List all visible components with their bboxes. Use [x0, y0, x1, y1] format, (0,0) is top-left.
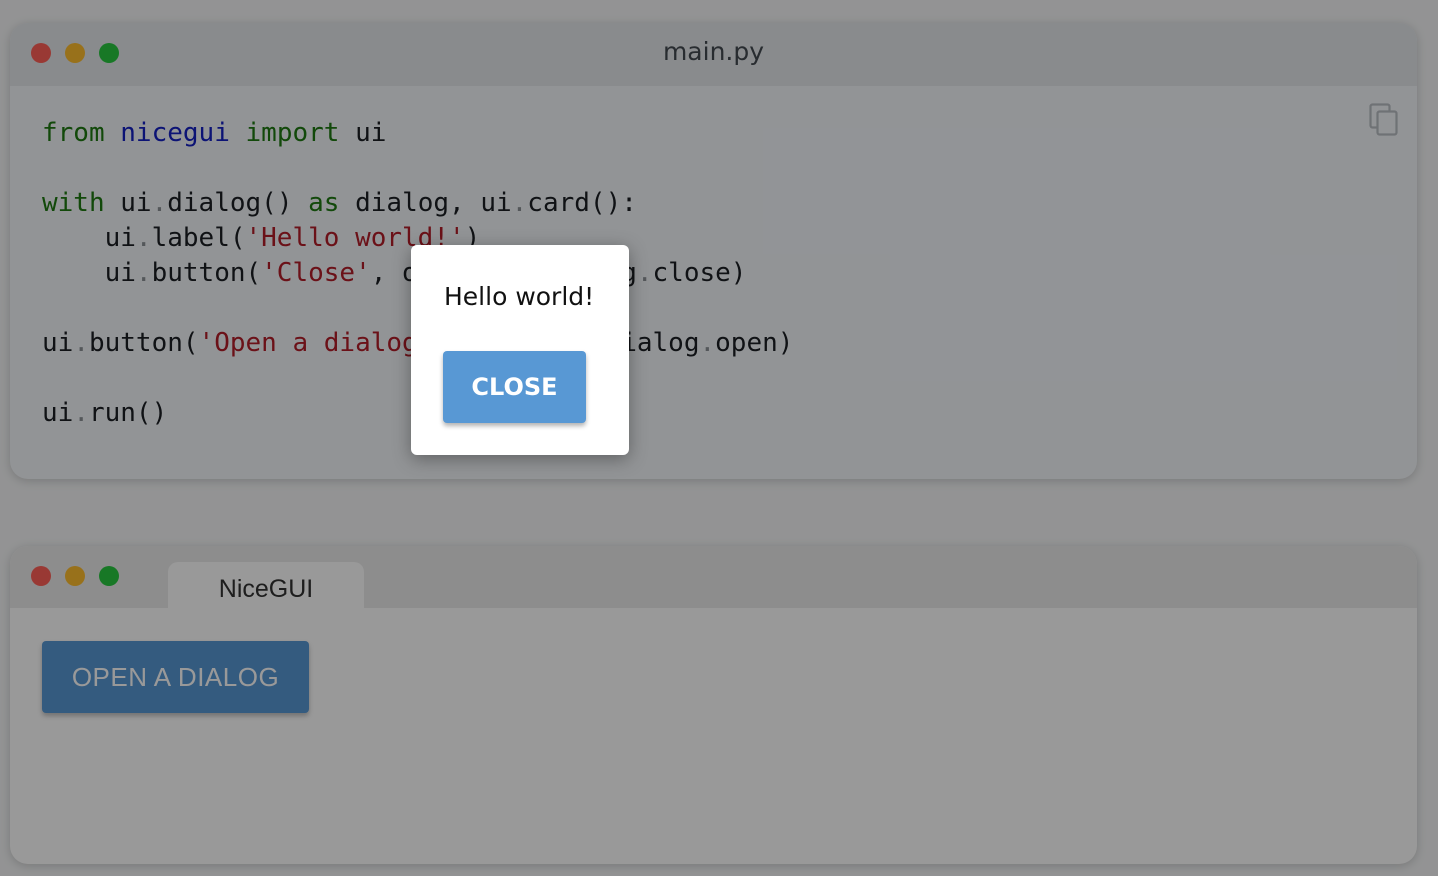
close-button[interactable]: CLOSE	[443, 351, 586, 423]
dialog-label: Hello world!	[444, 282, 595, 311]
modal-backdrop[interactable]	[0, 0, 1438, 876]
dialog-card: Hello world! CLOSE	[411, 245, 629, 455]
